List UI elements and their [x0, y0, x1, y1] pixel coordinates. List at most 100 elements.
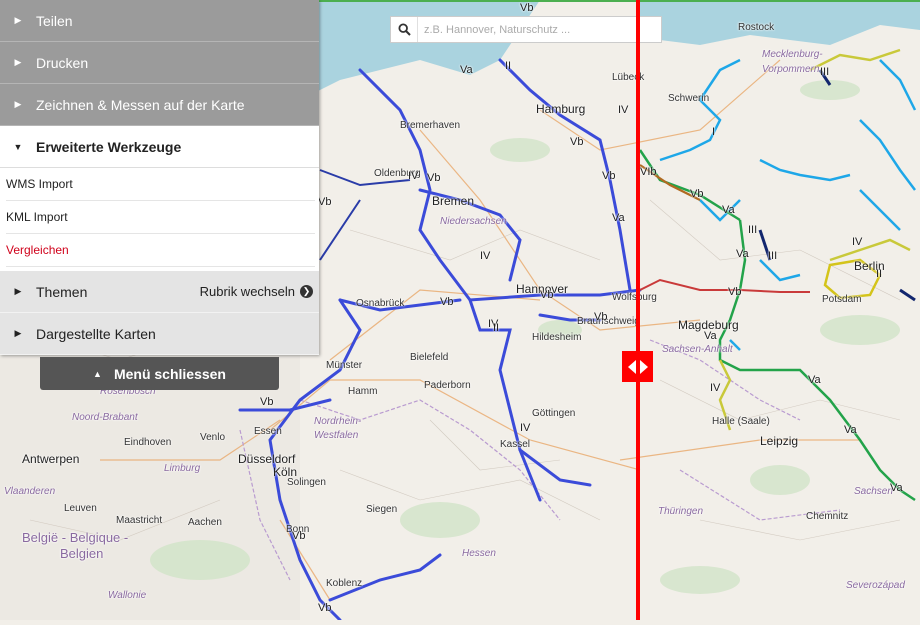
search-icon[interactable]: [391, 17, 418, 42]
waterway-class-label: Va: [844, 424, 857, 436]
waterway-class-label: Vb: [318, 602, 332, 614]
menu-item-label: Erweiterte Werkzeuge: [36, 138, 182, 155]
map-label-thueringen: Thüringen: [658, 506, 704, 517]
map-label-belgie-2: Belgien: [60, 546, 104, 561]
waterway-class-label: III: [820, 66, 830, 78]
menu-item-label: Teilen: [36, 12, 73, 29]
submenu-item-kml-import[interactable]: KML Import: [6, 201, 315, 234]
map-label-maastricht: Maastricht: [116, 515, 163, 526]
map-label-nrw-1: Nordrhein-: [314, 416, 362, 427]
submenu-item-label: KML Import: [6, 210, 68, 224]
map-label-bielefeld: Bielefeld: [410, 352, 449, 363]
map-label-goettingen: Göttingen: [532, 408, 576, 419]
arrows-left-right-icon: [627, 359, 648, 374]
caret-right-icon: ▶: [14, 15, 22, 25]
map-label-wolfsburg: Wolfsburg: [612, 292, 657, 303]
map-label-sachsen: Sachsen: [854, 486, 893, 497]
map-label-leuven: Leuven: [64, 503, 97, 514]
waterway-class-label: Vb: [292, 530, 306, 542]
waterway-class-label: IV: [618, 104, 629, 116]
map-label-leipzig: Leipzig: [760, 434, 799, 448]
waterway-class-label: II: [493, 322, 500, 334]
submenu-item-label: Vergleichen: [6, 243, 69, 257]
waterway-class-label: Vb: [690, 188, 704, 200]
map-label-essen: Essen: [254, 426, 282, 437]
waterway-class-label: IV: [852, 236, 863, 248]
waterway-class-label: Vb: [520, 2, 534, 14]
waterway-class-label: IV: [520, 422, 531, 434]
compare-divider-line[interactable]: [636, 0, 640, 620]
menu-item-label: Themen: [36, 283, 88, 300]
map-label-mecklenburg: Mecklenburg-: [762, 49, 823, 60]
map-label-wallonie: Wallonie: [108, 590, 147, 601]
map-label-halle: Halle (Saale): [712, 416, 770, 427]
menu-item-label: Dargestellte Karten: [36, 325, 156, 342]
rubrik-wechseln-link[interactable]: Rubrik wechseln ❯: [200, 271, 313, 312]
submenu-item-vergleichen[interactable]: Vergleichen: [6, 234, 315, 267]
rubrik-wechseln-label: Rubrik wechseln: [199, 284, 295, 299]
map-label-eindhoven: Eindhoven: [124, 437, 172, 448]
menu-item-erweiterte-werkzeuge[interactable]: ▼ Erweiterte Werkzeuge: [0, 126, 319, 168]
waterway-class-label: Vb: [260, 396, 274, 408]
map-label-hamm: Hamm: [348, 386, 378, 397]
map-label-belgie-1: België - Belgique -: [22, 530, 129, 545]
waterway-class-label: Vb: [427, 172, 441, 184]
caret-right-icon: ▶: [14, 57, 22, 67]
waterway-class-label: VIb: [640, 166, 657, 178]
map-label-bremerhaven: Bremerhaven: [400, 120, 461, 131]
waterway-class-label: Vb: [318, 196, 332, 208]
map-label-braunschweig: Braunschweig: [577, 316, 640, 327]
caret-right-icon: ▶: [14, 286, 22, 296]
map-label-koblenz: Koblenz: [326, 578, 363, 589]
caret-up-icon: ▲: [93, 368, 102, 379]
waterway-class-label: Va: [612, 212, 625, 224]
waterway-class-label: Va: [890, 482, 903, 494]
chevron-right-circle-icon: ❯: [300, 285, 313, 298]
menu-item-drucken[interactable]: ▶ Drucken: [0, 42, 319, 84]
menu-item-label: Drucken: [36, 54, 89, 71]
submenu-item-wms-import[interactable]: WMS Import: [6, 168, 315, 201]
map-label-limburg: Limburg: [164, 463, 201, 474]
close-menu-button[interactable]: ▲ Menü schliessen: [40, 357, 279, 390]
menu-item-themen[interactable]: ▶ Themen Rubrik wechseln ❯: [0, 271, 319, 313]
menu-item-dargestellte-karten[interactable]: ▶ Dargestellte Karten: [0, 313, 319, 355]
waterway-class-label: Vb: [540, 289, 554, 301]
waterway-class-label: Vb: [570, 136, 584, 148]
waterway-class-label: III: [768, 250, 778, 262]
waterway-class-label: Va: [722, 204, 735, 216]
map-label-noord-brabant: Noord-Brabant: [72, 412, 138, 423]
compare-divider-handle[interactable]: [622, 351, 653, 382]
waterway-class-label: II: [505, 60, 512, 72]
map-label-bremen: Bremen: [432, 194, 475, 208]
map-label-muenster: Münster: [326, 360, 363, 371]
waterway-class-label: Va: [736, 248, 749, 260]
menu-item-label: Zeichnen & Messen auf der Karte: [36, 96, 245, 113]
map-label-solingen: Solingen: [287, 477, 326, 488]
waterway-class-label: Va: [808, 374, 821, 386]
map-label-vlaanderen: Vlaanderen: [4, 486, 56, 497]
menu-item-zeichnen-messen[interactable]: ▶ Zeichnen & Messen auf der Karte: [0, 84, 319, 126]
map-label-paderborn: Paderborn: [424, 380, 471, 391]
map-label-nrw-2: Westfalen: [314, 430, 359, 441]
caret-right-icon: ▶: [14, 99, 22, 109]
side-menu: ▶ Teilen ▶ Drucken ▶ Zeichnen & Messen a…: [0, 0, 319, 355]
waterway-class-label: IV: [408, 170, 419, 182]
caret-right-icon: ▶: [14, 328, 22, 338]
map-label-duesseldorf: Düsseldorf: [238, 452, 296, 466]
waterway-class-label: Va: [704, 330, 717, 342]
map-label-hessen: Hessen: [462, 548, 496, 559]
caret-down-icon: ▼: [13, 141, 23, 152]
waterway-class-label: Vb: [728, 286, 742, 298]
waterway-class-label: Va: [460, 64, 473, 76]
map-label-aachen: Aachen: [188, 517, 222, 528]
map-label-sachsen-anhalt: Sachsen-Anhalt: [662, 344, 733, 355]
map-label-kassel: Kassel: [500, 439, 531, 450]
waterway-class-label: III: [748, 224, 758, 236]
search-input[interactable]: [418, 18, 661, 41]
submenu-item-label: WMS Import: [6, 177, 73, 191]
map-label-rostock: Rostock: [738, 22, 775, 33]
map-label-hildesheim: Hildesheim: [532, 332, 582, 343]
map-label-potsdam: Potsdam: [822, 294, 862, 305]
map-label-venlo: Venlo: [200, 432, 226, 443]
menu-item-teilen[interactable]: ▶ Teilen: [0, 0, 319, 42]
